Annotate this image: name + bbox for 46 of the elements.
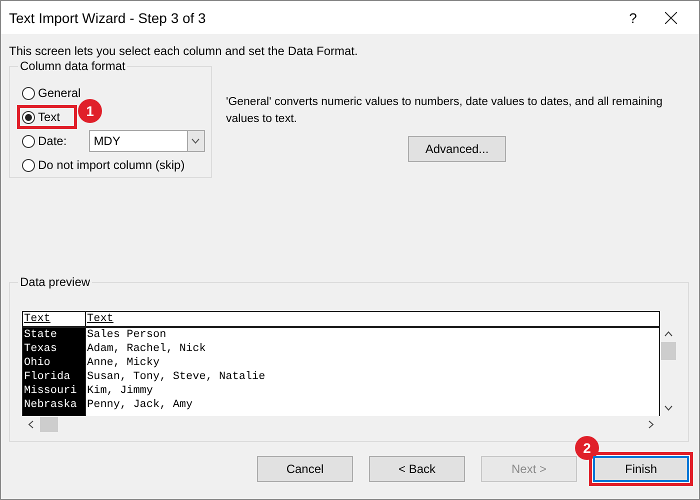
radio-button[interactable] [22,158,35,172]
table-cell-text: Nebraska [23,398,78,412]
scroll-down-icon[interactable] [664,405,673,411]
column-header[interactable]: Text [86,312,659,328]
help-button[interactable]: ? [611,10,655,26]
advanced-button[interactable]: Advanced... [408,136,506,162]
description-text: 'General' converts numeric values to numbers, date values to dates, and all remaining values to text. [226,95,664,127]
option-label[interactable]: Do not import column (skip) [38,158,185,172]
dialog-button[interactable]: Finish [593,456,689,482]
radio-button[interactable] [22,134,35,148]
scroll-right-icon[interactable] [648,420,654,428]
table-cell-text: Florida [23,370,72,384]
table-cell-text: Susan, Tony, Steve, Natalie [86,370,266,384]
group-title: Data preview [18,275,92,289]
close-icon[interactable] [665,12,677,24]
radio-button[interactable] [22,86,35,100]
table-cell-text: Ohio [23,356,52,370]
table-column[interactable]: Text Sales Person Adam, Rachel, Nick Anne, Micky Susan, Tony, Steve, Natalie Kim, Jimmy Penny, Jack, Amy [86,312,659,416]
dialog-button[interactable]: Cancel [257,456,353,482]
table-cell-text: Kim, Jimmy [86,384,154,398]
window-title: Text Import Wizard - Step 3 of 3 [9,10,207,26]
highlight-frame [17,105,77,129]
option-label[interactable]: Text [38,110,60,124]
step-badge: 2 [575,436,599,460]
scroll-up-icon[interactable] [664,331,673,337]
option-label[interactable]: General [38,86,81,100]
group-title: Column data format [18,59,128,73]
table-cell-text: Penny, Jack, Amy [86,398,194,412]
table-cell-text: State [23,328,58,342]
column-header[interactable]: Text [23,312,85,328]
scroll-left-icon[interactable] [28,420,34,428]
table-cell-text: Texas [23,342,58,356]
table-cell-text: Missouri [23,384,78,398]
table-cell-text: Adam, Rachel, Nick [86,342,207,356]
table-cell-text: Sales Person [86,328,168,342]
date-dropdown[interactable]: MDY [88,130,205,152]
table-cell-text: Anne, Micky [86,356,161,370]
instruction-text: This screen lets you select each column and set the Data Format. [9,44,359,58]
chevron-down-icon [191,138,200,144]
scroll-thumb[interactable] [40,416,58,432]
scroll-thumb[interactable] [661,342,676,360]
option-label[interactable]: Date: [38,134,67,148]
dialog-button[interactable]: < Back [369,456,465,482]
step-badge: 1 [78,99,102,123]
radio-button[interactable] [22,110,35,124]
table-column[interactable]: Text State Texas Ohio Florida Missouri Nebraska [23,312,86,416]
